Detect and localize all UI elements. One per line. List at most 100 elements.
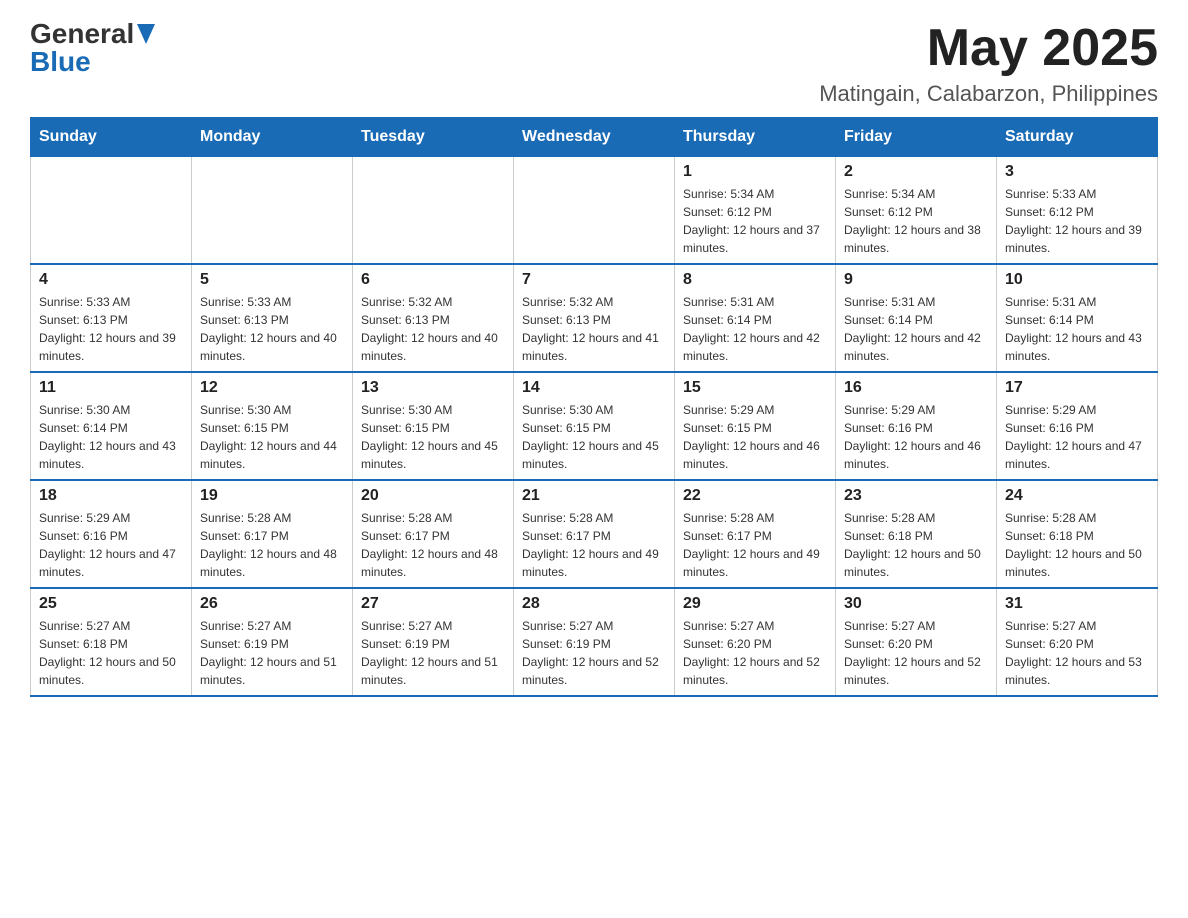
day-number: 10 <box>1005 271 1149 289</box>
day-number: 11 <box>39 379 183 397</box>
weekday-header-row: SundayMondayTuesdayWednesdayThursdayFrid… <box>31 118 1158 157</box>
day-info: Sunrise: 5:33 AM Sunset: 6:13 PM Dayligh… <box>200 293 344 365</box>
day-number: 18 <box>39 487 183 505</box>
calendar-day-cell <box>31 157 192 265</box>
calendar-week-row: 18 Sunrise: 5:29 AM Sunset: 6:16 PM Dayli… <box>31 480 1158 588</box>
month-year-title: May 2025 <box>819 20 1158 77</box>
calendar-day-cell: 23 Sunrise: 5:28 AM Sunset: 6:18 PM Dayli… <box>836 480 997 588</box>
calendar-day-cell: 11 Sunrise: 5:30 AM Sunset: 6:14 PM Dayli… <box>31 372 192 480</box>
calendar-day-cell: 4 Sunrise: 5:33 AM Sunset: 6:13 PM Daylig… <box>31 264 192 372</box>
day-number: 3 <box>1005 163 1149 181</box>
day-info: Sunrise: 5:27 AM Sunset: 6:18 PM Dayligh… <box>39 617 183 689</box>
calendar-day-cell: 5 Sunrise: 5:33 AM Sunset: 6:13 PM Daylig… <box>192 264 353 372</box>
day-number: 1 <box>683 163 827 181</box>
weekday-header-wednesday: Wednesday <box>514 118 675 157</box>
calendar-table: SundayMondayTuesdayWednesdayThursdayFrid… <box>30 117 1158 697</box>
calendar-day-cell: 19 Sunrise: 5:28 AM Sunset: 6:17 PM Dayli… <box>192 480 353 588</box>
calendar-day-cell: 9 Sunrise: 5:31 AM Sunset: 6:14 PM Daylig… <box>836 264 997 372</box>
day-info: Sunrise: 5:29 AM Sunset: 6:15 PM Dayligh… <box>683 401 827 473</box>
calendar-week-row: 11 Sunrise: 5:30 AM Sunset: 6:14 PM Dayli… <box>31 372 1158 480</box>
calendar-day-cell: 8Sunrise: 5:31 AM Sunset: 6:14 PM Daylig… <box>675 264 836 372</box>
day-number: 22 <box>683 487 827 505</box>
day-info: Sunrise: 5:28 AM Sunset: 6:17 PM Dayligh… <box>683 509 827 581</box>
day-number: 29 <box>683 595 827 613</box>
calendar-day-cell: 17Sunrise: 5:29 AM Sunset: 6:16 PM Dayli… <box>997 372 1158 480</box>
calendar-day-cell: 18 Sunrise: 5:29 AM Sunset: 6:16 PM Dayli… <box>31 480 192 588</box>
day-info: Sunrise: 5:31 AM Sunset: 6:14 PM Dayligh… <box>1005 293 1149 365</box>
title-block: May 2025 Matingain, Calabarzon, Philippi… <box>819 20 1158 107</box>
day-info: Sunrise: 5:28 AM Sunset: 6:18 PM Dayligh… <box>844 509 988 581</box>
calendar-day-cell: 12 Sunrise: 5:30 AM Sunset: 6:15 PM Dayli… <box>192 372 353 480</box>
day-info: Sunrise: 5:27 AM Sunset: 6:20 PM Dayligh… <box>844 617 988 689</box>
day-number: 31 <box>1005 595 1149 613</box>
day-info: Sunrise: 5:30 AM Sunset: 6:14 PM Dayligh… <box>39 401 183 473</box>
day-number: 7 <box>522 271 666 289</box>
day-info: Sunrise: 5:28 AM Sunset: 6:17 PM Dayligh… <box>200 509 344 581</box>
calendar-day-cell: 29 Sunrise: 5:27 AM Sunset: 6:20 PM Dayli… <box>675 588 836 696</box>
calendar-day-cell: 31 Sunrise: 5:27 AM Sunset: 6:20 PM Dayli… <box>997 588 1158 696</box>
day-info: Sunrise: 5:32 AM Sunset: 6:13 PM Dayligh… <box>522 293 666 365</box>
day-number: 4 <box>39 271 183 289</box>
calendar-day-cell: 16 Sunrise: 5:29 AM Sunset: 6:16 PM Dayli… <box>836 372 997 480</box>
day-info: Sunrise: 5:29 AM Sunset: 6:16 PM Dayligh… <box>39 509 183 581</box>
day-number: 6 <box>361 271 505 289</box>
calendar-day-cell: 21Sunrise: 5:28 AM Sunset: 6:17 PM Dayli… <box>514 480 675 588</box>
logo-blue-text: Blue <box>30 48 155 76</box>
weekday-header-thursday: Thursday <box>675 118 836 157</box>
weekday-header-friday: Friday <box>836 118 997 157</box>
page-header: General Blue May 2025 Matingain, Calabar… <box>30 20 1158 107</box>
calendar-day-cell: 3 Sunrise: 5:33 AM Sunset: 6:12 PM Daylig… <box>997 157 1158 265</box>
calendar-day-cell: 27Sunrise: 5:27 AM Sunset: 6:19 PM Dayli… <box>353 588 514 696</box>
day-number: 21 <box>522 487 666 505</box>
day-number: 27 <box>361 595 505 613</box>
day-number: 20 <box>361 487 505 505</box>
calendar-week-row: 1 Sunrise: 5:34 AM Sunset: 6:12 PM Daylig… <box>31 157 1158 265</box>
calendar-day-cell: 13Sunrise: 5:30 AM Sunset: 6:15 PM Dayli… <box>353 372 514 480</box>
day-number: 19 <box>200 487 344 505</box>
day-info: Sunrise: 5:30 AM Sunset: 6:15 PM Dayligh… <box>522 401 666 473</box>
day-number: 16 <box>844 379 988 397</box>
calendar-day-cell: 20Sunrise: 5:28 AM Sunset: 6:17 PM Dayli… <box>353 480 514 588</box>
calendar-day-cell <box>353 157 514 265</box>
calendar-day-cell: 25 Sunrise: 5:27 AM Sunset: 6:18 PM Dayli… <box>31 588 192 696</box>
logo-general-text: General <box>30 20 134 48</box>
day-number: 15 <box>683 379 827 397</box>
day-number: 5 <box>200 271 344 289</box>
day-number: 8 <box>683 271 827 289</box>
day-info: Sunrise: 5:31 AM Sunset: 6:14 PM Dayligh… <box>844 293 988 365</box>
day-info: Sunrise: 5:33 AM Sunset: 6:13 PM Dayligh… <box>39 293 183 365</box>
day-info: Sunrise: 5:30 AM Sunset: 6:15 PM Dayligh… <box>200 401 344 473</box>
calendar-day-cell: 1 Sunrise: 5:34 AM Sunset: 6:12 PM Daylig… <box>675 157 836 265</box>
calendar-day-cell: 26 Sunrise: 5:27 AM Sunset: 6:19 PM Dayli… <box>192 588 353 696</box>
day-number: 26 <box>200 595 344 613</box>
day-info: Sunrise: 5:29 AM Sunset: 6:16 PM Dayligh… <box>844 401 988 473</box>
calendar-day-cell: 2Sunrise: 5:34 AM Sunset: 6:12 PM Daylig… <box>836 157 997 265</box>
day-number: 23 <box>844 487 988 505</box>
calendar-day-cell: 30Sunrise: 5:27 AM Sunset: 6:20 PM Dayli… <box>836 588 997 696</box>
calendar-week-row: 25 Sunrise: 5:27 AM Sunset: 6:18 PM Dayli… <box>31 588 1158 696</box>
day-info: Sunrise: 5:34 AM Sunset: 6:12 PM Dayligh… <box>683 185 827 257</box>
calendar-week-row: 4 Sunrise: 5:33 AM Sunset: 6:13 PM Daylig… <box>31 264 1158 372</box>
day-number: 12 <box>200 379 344 397</box>
day-info: Sunrise: 5:27 AM Sunset: 6:19 PM Dayligh… <box>522 617 666 689</box>
calendar-day-cell: 22 Sunrise: 5:28 AM Sunset: 6:17 PM Dayli… <box>675 480 836 588</box>
day-info: Sunrise: 5:27 AM Sunset: 6:20 PM Dayligh… <box>683 617 827 689</box>
day-info: Sunrise: 5:32 AM Sunset: 6:13 PM Dayligh… <box>361 293 505 365</box>
day-info: Sunrise: 5:33 AM Sunset: 6:12 PM Dayligh… <box>1005 185 1149 257</box>
logo: General Blue <box>30 20 155 76</box>
calendar-day-cell: 10 Sunrise: 5:31 AM Sunset: 6:14 PM Dayli… <box>997 264 1158 372</box>
day-number: 14 <box>522 379 666 397</box>
weekday-header-tuesday: Tuesday <box>353 118 514 157</box>
day-number: 25 <box>39 595 183 613</box>
day-info: Sunrise: 5:27 AM Sunset: 6:20 PM Dayligh… <box>1005 617 1149 689</box>
day-number: 17 <box>1005 379 1149 397</box>
calendar-day-cell <box>514 157 675 265</box>
calendar-day-cell: 14 Sunrise: 5:30 AM Sunset: 6:15 PM Dayli… <box>514 372 675 480</box>
day-number: 9 <box>844 271 988 289</box>
day-info: Sunrise: 5:27 AM Sunset: 6:19 PM Dayligh… <box>200 617 344 689</box>
calendar-day-cell: 24Sunrise: 5:28 AM Sunset: 6:18 PM Dayli… <box>997 480 1158 588</box>
calendar-day-cell: 28Sunrise: 5:27 AM Sunset: 6:19 PM Dayli… <box>514 588 675 696</box>
day-info: Sunrise: 5:28 AM Sunset: 6:18 PM Dayligh… <box>1005 509 1149 581</box>
day-info: Sunrise: 5:34 AM Sunset: 6:12 PM Dayligh… <box>844 185 988 257</box>
calendar-day-cell: 6 Sunrise: 5:32 AM Sunset: 6:13 PM Daylig… <box>353 264 514 372</box>
